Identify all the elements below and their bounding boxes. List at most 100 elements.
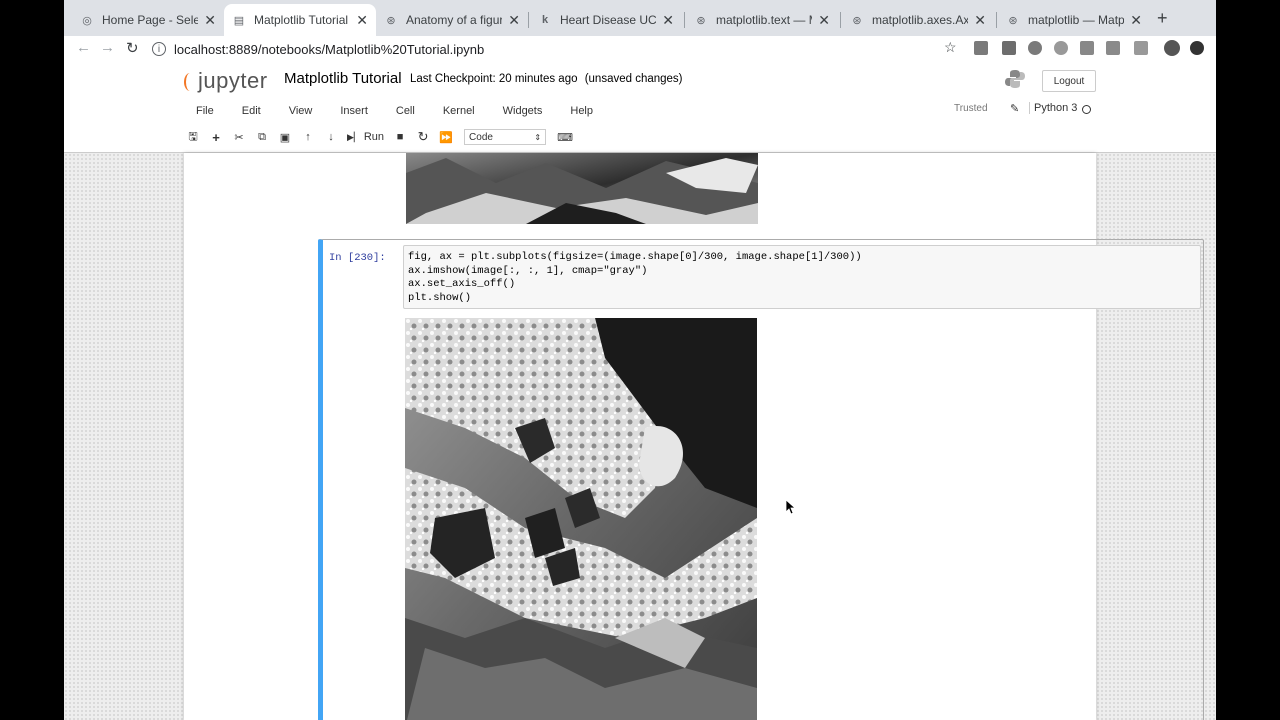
tab-separator [840,12,841,28]
tab-title: Matplotlib Tutorial - J [254,13,350,27]
run-button[interactable]: ▶▏ Run [345,128,386,146]
tab-home[interactable]: ◎ Home Page - Select o ✕ [72,4,224,36]
insert-cell-icon[interactable]: + [207,128,225,146]
site-info-icon[interactable]: i [152,42,166,56]
forward-icon[interactable]: → [100,39,115,56]
interrupt-icon[interactable]: ■ [391,128,409,146]
tab-title: matplotlib.axes.Axes. [872,13,969,27]
restart-icon[interactable]: ↻ [414,128,432,146]
code-extension-icon[interactable] [1080,41,1094,55]
menu-icon[interactable] [1190,41,1204,55]
run-icon: ▶▏ [347,131,361,142]
checkpoint-status: Last Checkpoint: 20 minutes ago (unsaved… [410,73,683,85]
menu-help[interactable]: Help [570,105,593,117]
matplotlib-favicon-icon: ⊛ [696,14,706,27]
menu-kernel[interactable]: Kernel [443,105,475,117]
notebook-toolbar: 🖫 + ✂ ⧉ ▣ ↑ ↓ ▶▏ Run ■ ↻ ⏩ Code ⇕ ⌨ [184,126,579,148]
cell-type-value: Code [469,131,493,143]
kernel-name[interactable]: Python 3 [1029,102,1077,114]
menu-cell[interactable]: Cell [396,105,415,117]
extension-icon[interactable] [1106,41,1120,55]
logout-button[interactable]: Logout [1042,70,1096,92]
tab-matplotlib-axes[interactable]: ⊛ matplotlib.axes.Axes. ✕ [842,4,994,36]
autosave-status: (unsaved changes) [584,73,683,85]
select-arrows-icon: ⇕ [534,132,542,142]
tab-matplotlib-tutorial[interactable]: ▤ Matplotlib Tutorial - J ✕ [224,4,376,36]
url-text: localhost:8889/notebooks/Matplotlib%20Tu… [174,41,485,57]
browser-window: ◎ Home Page - Select o ✕ ▤ Matplotlib Tu… [64,0,1216,720]
close-icon[interactable]: ✕ [662,12,674,29]
tab-anatomy[interactable]: ⊛ Anatomy of a figure — ✕ [376,4,528,36]
checkpoint-text: Last Checkpoint: 20 minutes ago [410,73,578,85]
code-line: fig, ax = plt.subplots(figsize=(image.sh… [408,251,862,263]
command-palette-icon[interactable]: ⌨ [556,128,574,146]
copy-icon[interactable]: ⧉ [253,128,271,146]
move-down-icon[interactable]: ↓ [322,128,340,146]
menu-widgets[interactable]: Widgets [503,105,543,117]
extension-icon[interactable] [1054,41,1068,55]
menu-view[interactable]: View [289,105,313,117]
notebook-title[interactable]: Matplotlib Tutorial [284,70,402,87]
cut-icon[interactable]: ✂ [230,128,248,146]
back-icon[interactable]: ← [76,39,91,56]
matplotlib-favicon-icon: ⊛ [1008,14,1018,27]
extension-icon[interactable] [1028,41,1042,55]
tab-matplotlib-text[interactable]: ⊛ matplotlib.text — Ma ✕ [686,4,838,36]
close-icon[interactable]: ✕ [356,12,368,29]
restart-run-all-icon[interactable]: ⏩ [437,128,455,146]
edit-mode-pencil-icon: ✎ [1010,103,1020,115]
jupyter-favicon-icon: ◎ [82,14,92,27]
tab-heart-disease[interactable]: k Heart Disease UCI | K ✕ [530,4,682,36]
puzzle-extension-icon[interactable] [1134,41,1148,55]
notebook-favicon-icon: ▤ [233,14,245,27]
code-line: plt.show() [408,291,472,304]
menu-edit[interactable]: Edit [242,105,261,117]
matplotlib-favicon-icon: ⊛ [852,14,862,27]
mouse-cursor-icon [786,500,796,515]
avatar[interactable] [1164,40,1180,56]
tab-matplotlib-docs[interactable]: ⊛ matplotlib — Matplotl ✕ [998,4,1150,36]
translate-extension-icon[interactable] [974,41,988,55]
notebook-area: In [230]: fig, ax = plt.subplots(figsize… [64,152,1216,720]
jupyter-logo[interactable]: jupyter [184,68,268,94]
new-tab-icon[interactable]: + [1157,8,1168,29]
close-icon[interactable]: ✕ [204,12,216,29]
code-cell[interactable]: In [230]: fig, ax = plt.subplots(figsize… [318,239,1204,720]
code-line: ax.imshow(image[:, :, 1], cmap="gray") [408,264,648,277]
python-logo-icon [1005,70,1025,88]
tab-title: Home Page - Select o [102,13,199,27]
extension-icon[interactable] [1002,41,1016,55]
browser-toolbar: ← → ↻ i localhost:8889/notebooks/Matplot… [64,36,1216,63]
tab-separator [684,12,685,28]
tab-title: matplotlib — Matplotl [1028,13,1125,27]
tab-title: matplotlib.text — Ma [716,13,812,27]
close-icon[interactable]: ✕ [1130,12,1142,29]
tab-separator [996,12,997,28]
matplotlib-favicon-icon: ⊛ [386,14,396,27]
notebook-container: In [230]: fig, ax = plt.subplots(figsize… [184,153,1204,720]
trusted-indicator[interactable]: Trusted [954,103,988,114]
cell-type-select[interactable]: Code ⇕ [464,129,547,145]
tab-strip: ◎ Home Page - Select o ✕ ▤ Matplotlib Tu… [64,0,1216,36]
bookmark-star-icon[interactable]: ☆ [944,39,957,56]
output-image [405,318,757,720]
menu-insert[interactable]: Insert [340,105,368,117]
reload-icon[interactable]: ↻ [126,39,139,57]
save-icon[interactable]: 🖫 [184,128,202,146]
kernel-idle-indicator-icon [1082,105,1091,114]
menu-file[interactable]: File [196,105,214,117]
jupyter-header: jupyter Matplotlib Tutorial Last Checkpo… [64,62,1216,152]
code-editor[interactable]: fig, ax = plt.subplots(figsize=(image.sh… [403,245,1201,309]
address-bar[interactable]: i localhost:8889/notebooks/Matplotlib%20… [152,38,952,60]
tab-title: Anatomy of a figure — [406,13,503,27]
paste-icon[interactable]: ▣ [276,128,294,146]
move-up-icon[interactable]: ↑ [299,128,317,146]
tab-separator [528,12,529,28]
kaggle-favicon-icon: k [541,14,549,26]
close-icon[interactable]: ✕ [974,12,986,29]
cell-prompt: In [230]: [329,252,386,264]
close-icon[interactable]: ✕ [508,12,520,29]
run-label: Run [363,131,385,143]
tab-title: Heart Disease UCI | K [560,13,657,27]
close-icon[interactable]: ✕ [818,12,830,29]
